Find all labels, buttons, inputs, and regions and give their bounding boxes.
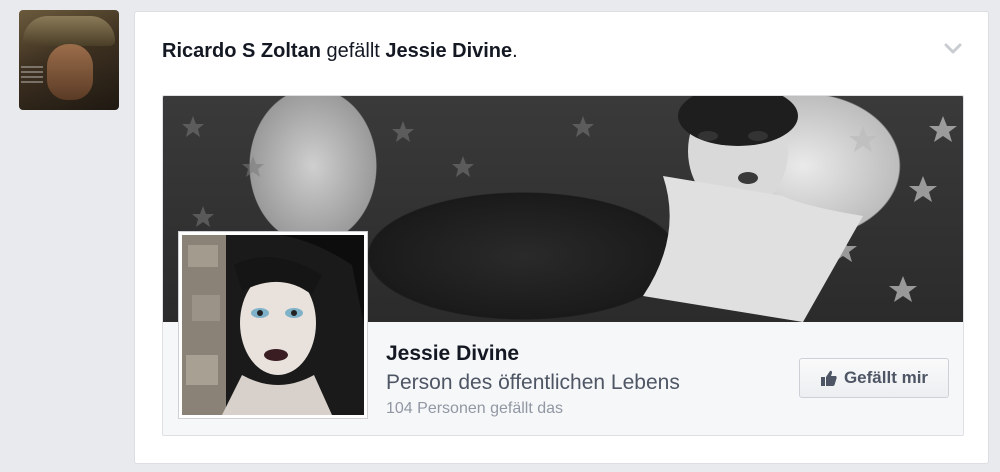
actor-avatar[interactable] [19, 10, 119, 110]
chevron-down-icon[interactable] [944, 42, 962, 56]
avatar-print-text [21, 66, 43, 84]
page-profile-picture[interactable] [179, 232, 367, 418]
story-headline: Ricardo S Zoltan gefällt Jessie Divine. [162, 40, 518, 63]
avatar-hat [23, 16, 115, 46]
page-category: Person des öffentlichen Lebens [386, 371, 680, 394]
actor-name-link[interactable]: Ricardo S Zoltan [162, 40, 321, 62]
thumbs-up-icon [820, 369, 838, 387]
page-attachment[interactable]: Jessie Divine Person des öffentlichen Le… [162, 95, 964, 436]
page-title[interactable]: Jessie Divine [386, 342, 519, 366]
avatar-face [47, 44, 93, 100]
page-like-count: 104 Personen gefällt das [386, 400, 564, 417]
like-button-label: Gefällt mir [843, 368, 929, 387]
story-verb: gefällt [320, 40, 386, 62]
page-name-link[interactable]: Jessie Divine [385, 40, 512, 62]
like-page-button[interactable]: Gefällt mir [799, 358, 949, 398]
story-end: . [512, 40, 518, 62]
feed-story-card: Ricardo S Zoltan gefällt Jessie Divine. [134, 11, 989, 464]
